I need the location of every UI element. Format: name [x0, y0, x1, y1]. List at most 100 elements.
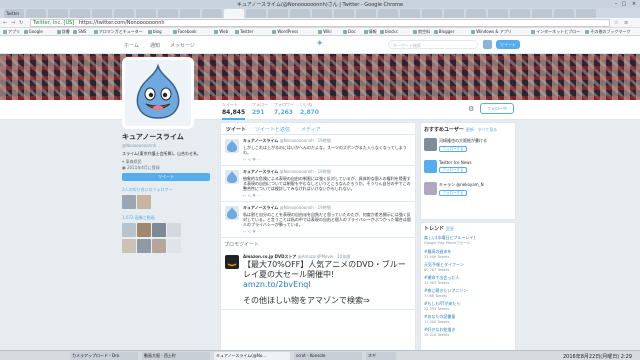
twitter-bird-icon[interactable]: ✦: [316, 40, 325, 49]
bookmark-item[interactable]: SNS: [73, 29, 86, 34]
tweet-author[interactable]: キュアノースライム: [243, 205, 278, 210]
user-name[interactable]: Twitter Ice News: [439, 158, 515, 165]
taskbar-item[interactable]: 動画大阪 · 西土町: [142, 352, 210, 360]
stat-likes[interactable]: いいね 2,870: [300, 102, 319, 116]
bookmark-item[interactable]: Blogger: [433, 29, 454, 34]
user-avatar[interactable]: [424, 138, 437, 151]
photo-thumb[interactable]: [152, 239, 166, 253]
tweet-avatar[interactable]: [225, 170, 239, 184]
browser-tab[interactable]: [92, 9, 112, 18]
user-avatar[interactable]: [424, 182, 437, 195]
browser-tab[interactable]: [224, 9, 244, 18]
trend-item[interactable]: 天気予報とタイフーン 60,787 Tweets: [424, 262, 512, 272]
browser-tab[interactable]: [400, 9, 420, 18]
user-name[interactable]: 河崎隆也の大阪絵が書ける: [439, 136, 515, 144]
tweet-actions[interactable]: ↩ ⟲ ♥ ···: [243, 157, 412, 162]
bookmark-item[interactable]: 辞書: [56, 29, 70, 35]
photo-thumb[interactable]: [167, 223, 181, 237]
menu-icon[interactable]: ≡: [624, 20, 630, 26]
close-button[interactable]: ×: [630, 1, 638, 7]
browser-tab[interactable]: [312, 9, 332, 18]
tweet[interactable]: キュアノースライム @Nonoooooonnh · 19時間 抽象的な危険による…: [221, 166, 415, 202]
follow-button[interactable]: フォローする: [439, 146, 467, 152]
tab-tweets-replies[interactable]: ツイートと返信: [255, 126, 290, 133]
browser-tab[interactable]: [48, 9, 68, 18]
bookmark-item[interactable]: Wiki: [318, 29, 332, 34]
trend-item[interactable]: #あなたの読書量 13,300 Tweets: [424, 314, 512, 324]
user-name[interactable]: キャラン @nekoyam_N: [439, 180, 515, 188]
stat-tweets[interactable]: ツイート 84,845: [222, 102, 246, 120]
follower-avatar[interactable]: [122, 195, 136, 209]
bookmark-item[interactable]: インターネットとブロー: [531, 29, 580, 35]
compose-tweet-button[interactable]: ツイート: [496, 40, 520, 49]
tweet-to-button[interactable]: ツイート: [122, 173, 210, 181]
bookmark-item[interactable]: アプリ: [3, 29, 20, 35]
browser-tab[interactable]: [180, 9, 200, 18]
browser-tab[interactable]: [378, 9, 398, 18]
taskbar-item[interactable]: ネギ: [366, 352, 396, 360]
bookmark-item[interactable]: WordPress: [272, 29, 298, 34]
trend-item[interactable]: #好きなお絵描き 15,018 Tweets: [424, 327, 512, 337]
photos-link[interactable]: 1,072 画像と動画: [122, 215, 216, 221]
nav-home[interactable]: ホーム: [124, 42, 139, 49]
browser-tab[interactable]: Twitter: [4, 9, 24, 18]
bookmark-item[interactable]: Google: [23, 29, 43, 34]
tweet-author[interactable]: キュアノースライム: [243, 138, 278, 143]
follower-avatar[interactable]: [137, 195, 151, 209]
gear-icon[interactable]: ⚙: [468, 105, 474, 113]
nav-messages[interactable]: メッセージ: [170, 42, 195, 49]
follow-button[interactable]: フォローする: [439, 190, 467, 196]
browser-tab[interactable]: [422, 9, 442, 18]
trends-change-link[interactable]: 変更: [446, 226, 454, 231]
stat-followers[interactable]: フォロワー 7,263: [274, 102, 294, 116]
taskbar-item[interactable]: カメラアップロード - Dro: [70, 352, 138, 360]
browser-tab[interactable]: [532, 9, 552, 18]
amazon-logo-icon[interactable]: [225, 255, 239, 269]
tweet[interactable]: キュアノースライム @Nonoooooonnh · 19時間 しかしこれは上がる…: [221, 135, 415, 166]
follow-button[interactable]: フォローする: [439, 167, 467, 173]
photo-thumb[interactable]: [152, 223, 166, 237]
followers-you-know-link[interactable]: 2人の知り合いのフォロワー: [122, 187, 216, 193]
bookmark-item[interactable]: Web: [214, 29, 228, 34]
taskbar-item[interactable]: scrot - Konsole: [294, 352, 362, 360]
minimize-button[interactable]: –: [612, 1, 620, 7]
browser-tab[interactable]: [246, 9, 266, 18]
search-input[interactable]: キーワード検索: [388, 40, 478, 49]
browser-tab[interactable]: [444, 9, 464, 18]
star-icon[interactable]: ☆: [614, 20, 620, 26]
tweet-avatar[interactable]: [225, 139, 239, 153]
bookmark-item[interactable]: blocks: [380, 29, 398, 34]
nav-notifications[interactable]: 通知: [150, 42, 160, 49]
user-avatar[interactable]: [424, 160, 437, 173]
browser-tab[interactable]: [136, 9, 156, 18]
browser-tab[interactable]: [70, 9, 90, 18]
tweet[interactable]: キュアノースライム @Nonoooooonnh · 19時間 私は割と自分のこと…: [221, 202, 415, 238]
trend-item[interactable]: 楽しい(水曜日とブルーレイ) Google Play Movieでセール: [424, 235, 512, 246]
bookmark-item[interactable]: Doc: [343, 29, 356, 34]
trend-item[interactable]: #夜に聴きたいアニソン 7,066 Tweets: [424, 288, 512, 298]
following-button[interactable]: フォロー中: [480, 103, 514, 114]
browser-tab[interactable]: [356, 9, 376, 18]
promo-author[interactable]: Amazon.co.jp DVDストア: [243, 254, 296, 259]
browser-tab[interactable]: [510, 9, 530, 18]
browser-tab[interactable]: [466, 9, 486, 18]
bookmark-item[interactable]: blog: [148, 29, 162, 34]
photo-thumb[interactable]: [122, 239, 136, 253]
browser-tab[interactable]: [114, 9, 134, 18]
account-avatar[interactable]: [483, 40, 492, 49]
browser-tab[interactable]: [334, 9, 354, 18]
bookmark-item[interactable]: Twitter: [235, 29, 253, 34]
bookmark-item[interactable]: 航空料: [413, 29, 430, 35]
bookmark-item[interactable]: Facebook: [172, 29, 197, 34]
tab-media[interactable]: メディア: [301, 126, 321, 133]
promoted-tweet[interactable]: Amazon.co.jp DVDストア @AmazonJPMovie · 10年…: [221, 251, 415, 310]
tweet-avatar[interactable]: [225, 206, 239, 220]
bookmark-item[interactable]: 情報: [363, 29, 377, 35]
profile-avatar[interactable]: [122, 57, 194, 129]
photo-thumb[interactable]: [137, 239, 151, 253]
bookmark-item[interactable]: その他のブックマーク: [585, 29, 630, 35]
browser-tab[interactable]: [290, 9, 310, 18]
maximize-button[interactable]: □: [620, 1, 628, 7]
photo-thumb[interactable]: [137, 223, 151, 237]
tab-tweets[interactable]: ツイート: [226, 126, 246, 133]
